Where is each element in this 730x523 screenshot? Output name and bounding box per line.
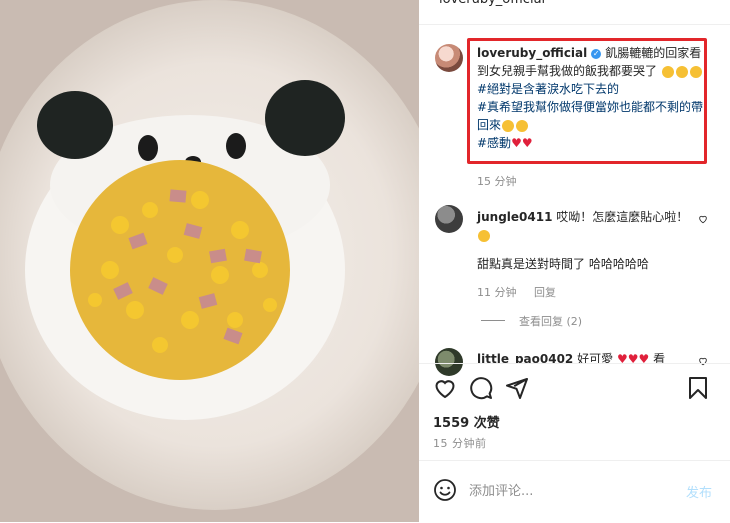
post-header: loveruby_official [419, 0, 730, 25]
emoji-icon [478, 229, 490, 242]
comment-1: jungle0411 哎呦！怎麼這麼貼心啦！ [477, 208, 702, 244]
post-photo[interactable] [0, 0, 419, 522]
caption-time: 15 分钟 [477, 175, 517, 188]
heart-icon[interactable] [433, 376, 457, 400]
commenter-avatar[interactable] [435, 205, 463, 233]
emoji-icon[interactable] [433, 478, 457, 502]
divider-line [481, 320, 505, 321]
bookmark-icon[interactable] [686, 376, 710, 400]
verified-icon: ✓ [591, 48, 602, 59]
hashtag-2[interactable]: #真希望我幫你做得便當妳也能都不剩的帶回來 [477, 98, 707, 134]
post-button[interactable]: 发布 [686, 482, 712, 501]
comment-bar: 发布 [419, 460, 730, 523]
actions-divider [419, 363, 730, 364]
post-image-svg [0, 0, 419, 522]
comment-time: 11 分钟 [477, 286, 517, 299]
emoji-icon [675, 65, 688, 78]
hashtag-1[interactable]: #絕對是含著淚水吃下去的 [477, 80, 707, 98]
author-avatar[interactable] [435, 44, 463, 72]
view-replies-button[interactable]: 查看回复 (2) [519, 313, 582, 329]
post-time: 15 分钟前 [433, 437, 487, 450]
header-username[interactable]: loveruby_official [439, 0, 545, 7]
comment-reply-text: 甜點真是送對時間了 哈哈哈哈哈 [477, 257, 649, 271]
likes-count[interactable]: 1559 次赞 [433, 412, 500, 431]
emoji-icon [689, 65, 702, 78]
comment-icon[interactable] [469, 376, 493, 400]
comment-username[interactable]: jungle0411 [477, 210, 552, 224]
comment-meta: 11 分钟 回复 [477, 284, 556, 300]
like-comment-heart-icon[interactable] [698, 214, 708, 224]
caption-block: loveruby_official ✓ 飢腸轆轆的回家看到女兒親手幫我做的飯我都要哭… [477, 44, 707, 152]
red-heart-icon: ♥ [511, 136, 522, 150]
comment-2: little_pao0402 好可愛 ♥♥♥ 看 [477, 350, 702, 364]
instagram-post-view: loveruby_official loveruby_official✓飢腸轆轆… [0, 0, 730, 522]
comment-input[interactable] [467, 477, 671, 505]
caption-username[interactable]: loveruby_official [477, 46, 587, 60]
hashtag-3[interactable]: #感動♥♥ [477, 134, 707, 152]
commenter-avatar-2[interactable] [435, 348, 463, 376]
emoji-icon [661, 65, 674, 78]
share-icon[interactable] [505, 376, 529, 400]
red-heart-icon: ♥ [521, 136, 533, 150]
like-comment-heart-icon[interactable] [698, 356, 708, 366]
reply-button[interactable]: 回复 [534, 286, 556, 299]
emoji-icon [516, 119, 529, 132]
comment-text: 哎呦！怎麼這麼貼心啦！ [556, 210, 689, 224]
post-detail-panel: loveruby_official loveruby_official✓飢腸轆轆… [419, 0, 730, 522]
emoji-icon [502, 119, 515, 132]
